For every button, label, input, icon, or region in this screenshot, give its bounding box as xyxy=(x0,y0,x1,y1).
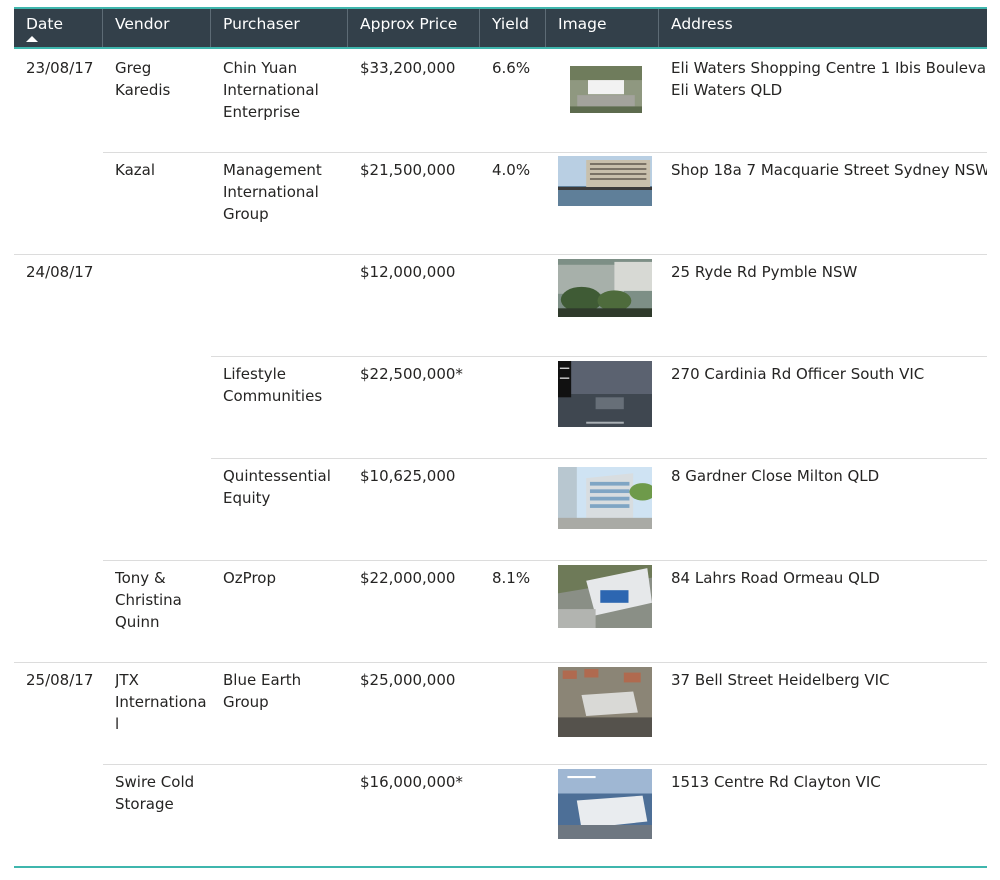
cell-date xyxy=(26,363,101,459)
cell-yield xyxy=(492,465,544,561)
cell-price: $22,500,000* xyxy=(360,365,463,383)
cell-yield xyxy=(492,669,544,765)
column-header-purchaser[interactable]: Purchaser xyxy=(211,9,348,47)
column-header-yield[interactable]: Yield xyxy=(480,9,546,47)
cell-vendor: Swire Cold Storage xyxy=(115,773,195,813)
industrial-warehouse-aerial-photo[interactable] xyxy=(558,565,652,628)
cell-vendor: Greg Karedis xyxy=(115,59,171,99)
cell-vendor: JTX Internationa l xyxy=(115,671,207,733)
cold-storage-facility-aerial-photo[interactable] xyxy=(558,769,652,839)
cell-yield: 8.1% xyxy=(492,569,531,587)
waterfront-apartment-photo[interactable] xyxy=(558,156,652,206)
cell-purchaser xyxy=(223,261,346,357)
column-header-address[interactable]: Address xyxy=(659,9,987,47)
cell-date xyxy=(26,771,101,867)
cell-date xyxy=(26,159,101,255)
cell-address: 270 Cardinia Rd Officer South VIC xyxy=(671,365,925,383)
cell-vendor: Tony & Christina Quinn xyxy=(115,569,182,631)
cell-address: 37 Bell Street Heidelberg VIC xyxy=(671,671,890,689)
cell-date xyxy=(26,465,101,561)
cell-yield xyxy=(492,363,544,459)
cell-date: 24/08/17 xyxy=(26,263,94,281)
office-building-photo[interactable] xyxy=(558,467,652,529)
cell-vendor xyxy=(115,261,209,357)
sort-ascending-icon[interactable] xyxy=(26,36,38,42)
cell-address: Shop 18a 7 Macquarie Street Sydney NSW xyxy=(671,161,987,179)
aerial-shopping-centre-photo[interactable] xyxy=(570,66,642,113)
cell-vendor xyxy=(115,465,209,561)
cell-vendor xyxy=(115,363,209,459)
cell-date xyxy=(26,567,101,663)
cell-price: $21,500,000 xyxy=(360,161,456,179)
cell-vendor: Kazal xyxy=(115,161,155,179)
cell-address: 8 Gardner Close Milton QLD xyxy=(671,467,880,485)
residential-building-greenery-photo[interactable] xyxy=(558,259,652,317)
cell-price: $12,000,000 xyxy=(360,263,456,281)
column-header-price[interactable]: Approx Price xyxy=(348,9,480,47)
land-site-signboard-photo[interactable] xyxy=(558,361,652,427)
suburban-site-aerial-photo[interactable] xyxy=(558,667,652,737)
cell-address: 84 Lahrs Road Ormeau QLD xyxy=(671,569,880,587)
cell-purchaser: OzProp xyxy=(223,569,276,587)
cell-address: 1513 Centre Rd Clayton VIC xyxy=(671,773,881,791)
column-header-image[interactable]: Image xyxy=(546,9,659,47)
table-header: Date Vendor Purchaser Approx Price Yield Imag… xyxy=(14,7,987,49)
cell-price: $16,000,000* xyxy=(360,773,463,791)
cell-purchaser: Blue Earth Group xyxy=(223,671,302,711)
cell-price: $22,000,000 xyxy=(360,569,456,587)
cell-yield xyxy=(492,771,544,867)
cell-price: $33,200,000 xyxy=(360,59,456,77)
cell-price: $10,625,000 xyxy=(360,467,456,485)
cell-purchaser xyxy=(223,771,346,867)
cell-purchaser: Lifestyle Communities xyxy=(223,365,323,405)
cell-purchaser: Management International Group xyxy=(223,161,322,223)
cell-date: 23/08/17 xyxy=(26,59,94,77)
cell-yield: 4.0% xyxy=(492,161,531,179)
cell-address: 25 Ryde Rd Pymble NSW xyxy=(671,263,858,281)
cell-date: 25/08/17 xyxy=(26,671,94,689)
cell-purchaser: Chin Yuan International Enterprise xyxy=(223,59,319,121)
cell-purchaser: Quintessential Equity xyxy=(223,467,331,507)
column-header-vendor[interactable]: Vendor xyxy=(103,9,211,47)
cell-address: Eli Waters Shopping Centre 1 Ibis Boulev… xyxy=(671,59,987,99)
cell-yield xyxy=(492,261,544,357)
property-sales-table: Date Vendor Purchaser Approx Price Yield Imag… xyxy=(14,7,987,868)
cell-yield: 6.6% xyxy=(492,59,531,77)
cell-price: $25,000,000 xyxy=(360,671,456,689)
